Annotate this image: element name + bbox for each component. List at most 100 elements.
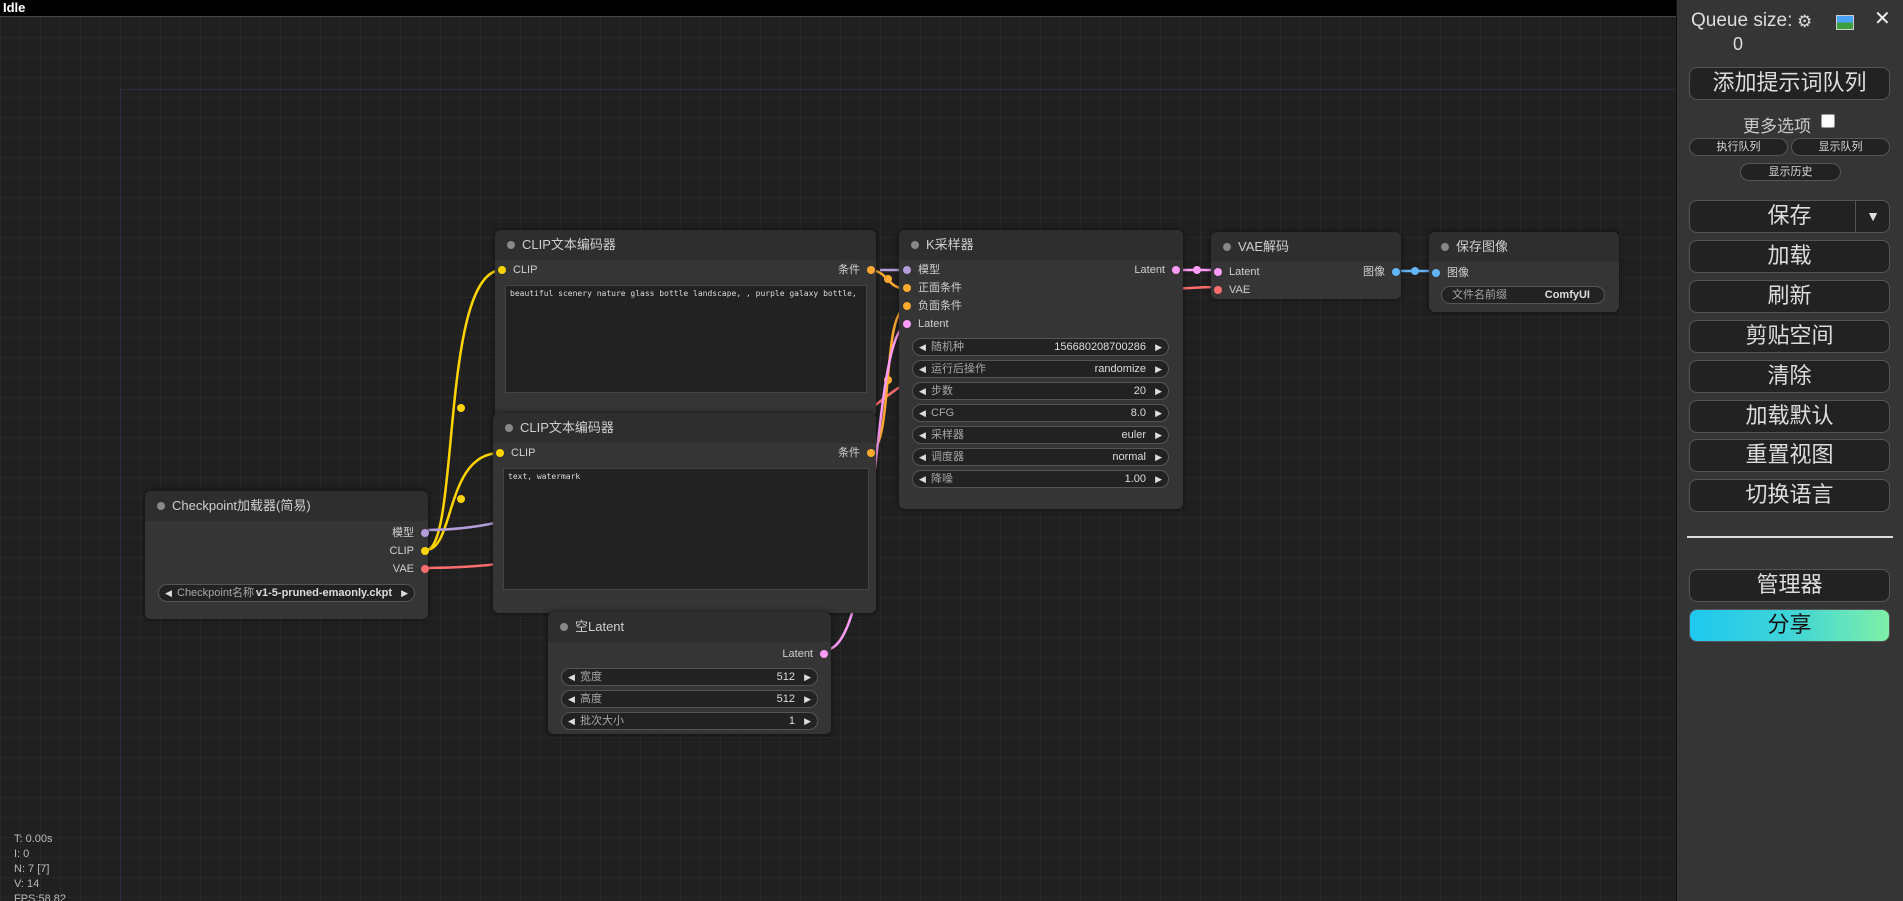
slot-dot-icon[interactable] bbox=[1214, 286, 1222, 294]
view-queue-button[interactable]: 执行队列 bbox=[1689, 138, 1788, 156]
arrow-left-icon[interactable]: ◀ bbox=[919, 471, 926, 487]
arrow-right-icon[interactable]: ▶ bbox=[804, 669, 811, 685]
slot-dot-icon[interactable] bbox=[867, 449, 875, 457]
input-slot-negative[interactable]: 负面条件 bbox=[903, 298, 962, 314]
output-slot-latent[interactable]: Latent bbox=[1134, 262, 1180, 278]
arrow-left-icon[interactable]: ◀ bbox=[568, 713, 575, 729]
arrow-left-icon[interactable]: ◀ bbox=[568, 669, 575, 685]
arrow-left-icon[interactable]: ◀ bbox=[919, 339, 926, 355]
prompt-textarea[interactable]: beautiful scenery nature glass bottle la… bbox=[505, 285, 867, 393]
load-button[interactable]: 加载 bbox=[1689, 240, 1890, 273]
arrow-left-icon[interactable]: ◀ bbox=[919, 449, 926, 465]
slot-dot-icon[interactable] bbox=[1214, 268, 1222, 276]
slot-dot-icon[interactable] bbox=[421, 565, 429, 573]
checkpoint-name-combo[interactable]: ◀ Checkpoint名称 v1-5-pruned-emaonly.ckpt … bbox=[158, 584, 415, 602]
input-slot-latent[interactable]: Latent bbox=[903, 316, 949, 332]
scheduler-combo[interactable]: ◀ 调度器 normal ▶ bbox=[912, 448, 1169, 466]
slot-dot-icon[interactable] bbox=[867, 266, 875, 274]
arrow-right-icon[interactable]: ▶ bbox=[1155, 361, 1162, 377]
arrow-left-icon[interactable]: ◀ bbox=[165, 585, 172, 601]
cfg-number-widget[interactable]: ◀ CFG 8.0 ▶ bbox=[912, 404, 1169, 422]
control-after-generate-combo[interactable]: ◀ 运行后操作 randomize ▶ bbox=[912, 360, 1169, 378]
slot-dot-icon[interactable] bbox=[421, 529, 429, 537]
slot-dot-icon[interactable] bbox=[903, 302, 911, 310]
prompt-textarea[interactable]: text, watermark bbox=[503, 468, 869, 590]
slot-dot-icon[interactable] bbox=[1392, 268, 1400, 276]
denoise-number-widget[interactable]: ◀ 降噪 1.00 ▶ bbox=[912, 470, 1169, 488]
input-slot-model[interactable]: 模型 bbox=[903, 262, 940, 278]
share-button[interactable]: 分享 bbox=[1689, 609, 1890, 642]
node-ksampler[interactable]: K采样器 模型 正面条件 负面条件 Latent Latent ◀ 随机种 15… bbox=[899, 230, 1183, 509]
input-slot-clip[interactable]: CLIP bbox=[496, 445, 535, 461]
height-number-widget[interactable]: ◀ 高度 512 ▶ bbox=[561, 690, 818, 708]
more-options-checkbox[interactable] bbox=[1821, 114, 1835, 128]
steps-number-widget[interactable]: ◀ 步数 20 ▶ bbox=[912, 382, 1169, 400]
slot-dot-icon[interactable] bbox=[496, 449, 504, 457]
slot-dot-icon[interactable] bbox=[1172, 266, 1180, 274]
node-title-bar[interactable]: K采样器 bbox=[899, 230, 1183, 260]
show-history-button[interactable]: 显示历史 bbox=[1740, 163, 1841, 181]
node-title-bar[interactable]: VAE解码 bbox=[1211, 232, 1401, 262]
output-slot-model[interactable]: 模型 bbox=[392, 525, 429, 541]
node-title-bar[interactable]: 空Latent bbox=[548, 612, 831, 642]
arrow-right-icon[interactable]: ▶ bbox=[401, 585, 408, 601]
node-clip-text-encode-negative[interactable]: CLIP文本编码器 CLIP 条件 text, watermark bbox=[493, 413, 876, 613]
collapse-dot-icon[interactable] bbox=[911, 241, 919, 249]
node-empty-latent[interactable]: 空Latent Latent ◀ 宽度 512 ▶ ◀ 高度 512 ▶ ◀ 批… bbox=[548, 612, 831, 734]
arrow-right-icon[interactable]: ▶ bbox=[804, 713, 811, 729]
reset-view-button[interactable]: 重置视图 bbox=[1689, 439, 1890, 472]
save-dropdown-chevron-icon[interactable]: ▼ bbox=[1855, 200, 1890, 233]
arrow-right-icon[interactable]: ▶ bbox=[1155, 405, 1162, 421]
collapse-dot-icon[interactable] bbox=[560, 623, 568, 631]
arrow-right-icon[interactable]: ▶ bbox=[1155, 471, 1162, 487]
sampler-combo[interactable]: ◀ 采样器 euler ▶ bbox=[912, 426, 1169, 444]
slot-dot-icon[interactable] bbox=[421, 547, 429, 555]
output-slot-image[interactable]: 图像 bbox=[1363, 264, 1400, 280]
gear-icon[interactable]: ⚙ bbox=[1797, 12, 1812, 32]
arrow-right-icon[interactable]: ▶ bbox=[804, 691, 811, 707]
collapse-dot-icon[interactable] bbox=[1223, 243, 1231, 251]
input-slot-image[interactable]: 图像 bbox=[1432, 265, 1469, 281]
node-title-bar[interactable]: Checkpoint加载器(简易) bbox=[145, 491, 428, 521]
refresh-button[interactable]: 刷新 bbox=[1689, 280, 1890, 313]
show-queue-button[interactable]: 显示队列 bbox=[1791, 138, 1890, 156]
collapse-dot-icon[interactable] bbox=[507, 241, 515, 249]
slot-dot-icon[interactable] bbox=[1432, 269, 1440, 277]
arrow-left-icon[interactable]: ◀ bbox=[919, 361, 926, 377]
node-checkpoint-loader[interactable]: Checkpoint加载器(简易) 模型 CLIP VAE ◀ Checkpoi… bbox=[145, 491, 429, 619]
slot-dot-icon[interactable] bbox=[820, 650, 828, 658]
output-slot-conditioning[interactable]: 条件 bbox=[838, 262, 875, 278]
filename-prefix-text-widget[interactable]: 文件名前缀 ComfyUI bbox=[1441, 286, 1605, 304]
output-slot-latent[interactable]: Latent bbox=[782, 646, 828, 662]
arrow-right-icon[interactable]: ▶ bbox=[1155, 383, 1162, 399]
load-default-button[interactable]: 加载默认 bbox=[1689, 400, 1890, 433]
image-gallery-icon[interactable] bbox=[1836, 15, 1854, 30]
manager-button[interactable]: 管理器 bbox=[1689, 569, 1890, 602]
arrow-right-icon[interactable]: ▶ bbox=[1155, 427, 1162, 443]
input-slot-vae[interactable]: VAE bbox=[1214, 282, 1250, 298]
output-slot-clip[interactable]: CLIP bbox=[390, 543, 429, 559]
close-icon[interactable]: ✕ bbox=[1874, 6, 1891, 31]
node-vae-decode[interactable]: VAE解码 Latent VAE 图像 bbox=[1211, 232, 1401, 299]
arrow-left-icon[interactable]: ◀ bbox=[919, 427, 926, 443]
slot-dot-icon[interactable] bbox=[498, 266, 506, 274]
node-clip-text-encode-positive[interactable]: CLIP文本编码器 CLIP 条件 beautiful scenery natu… bbox=[495, 230, 876, 418]
arrow-left-icon[interactable]: ◀ bbox=[919, 383, 926, 399]
input-slot-positive[interactable]: 正面条件 bbox=[903, 280, 962, 296]
width-number-widget[interactable]: ◀ 宽度 512 ▶ bbox=[561, 668, 818, 686]
graph-canvas[interactable]: Checkpoint加载器(简易) 模型 CLIP VAE ◀ Checkpoi… bbox=[0, 17, 1676, 901]
collapse-dot-icon[interactable] bbox=[505, 424, 513, 432]
output-slot-conditioning[interactable]: 条件 bbox=[838, 445, 875, 461]
arrow-left-icon[interactable]: ◀ bbox=[919, 405, 926, 421]
slot-dot-icon[interactable] bbox=[903, 266, 911, 274]
collapse-dot-icon[interactable] bbox=[1441, 243, 1449, 251]
arrow-left-icon[interactable]: ◀ bbox=[568, 691, 575, 707]
node-save-image[interactable]: 保存图像 图像 文件名前缀 ComfyUI bbox=[1429, 232, 1619, 312]
node-title-bar[interactable]: 保存图像 bbox=[1429, 232, 1619, 262]
clipspace-button[interactable]: 剪贴空间 bbox=[1689, 320, 1890, 353]
slot-dot-icon[interactable] bbox=[903, 284, 911, 292]
node-title-bar[interactable]: CLIP文本编码器 bbox=[495, 230, 876, 260]
output-slot-vae[interactable]: VAE bbox=[393, 561, 429, 577]
seed-number-widget[interactable]: ◀ 随机种 156680208700286 ▶ bbox=[912, 338, 1169, 356]
input-slot-clip[interactable]: CLIP bbox=[498, 262, 537, 278]
